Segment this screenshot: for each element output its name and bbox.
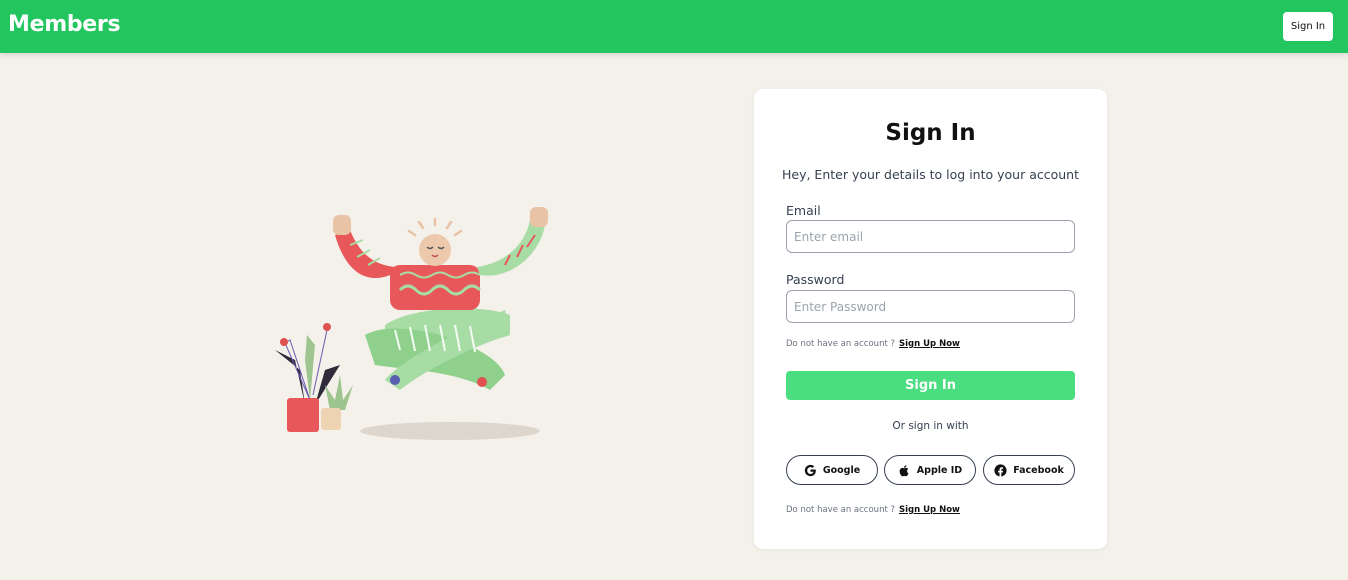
email-field[interactable] xyxy=(786,220,1075,253)
apple-icon xyxy=(899,464,909,476)
header-signin-button[interactable]: Sign In xyxy=(1283,12,1333,41)
footer-signup-prompt: Do not have an account ? Sign Up Now xyxy=(786,505,960,515)
signin-subtitle: Hey, Enter your details to log into your… xyxy=(781,167,1079,182)
signin-title: Sign In xyxy=(885,120,976,146)
google-label: Google xyxy=(822,464,861,476)
brand-logo[interactable]: Members xyxy=(8,12,121,37)
footer-prompt-text: Do not have an account ? xyxy=(786,505,896,515)
signup-prompt-text: Do not have an account ? xyxy=(786,339,896,349)
apple-label: Apple ID xyxy=(916,464,963,476)
signup-link[interactable]: Sign Up Now xyxy=(899,339,960,349)
password-label: Password xyxy=(786,272,845,287)
google-signin-button[interactable]: Google xyxy=(786,455,878,485)
top-navbar: Members Sign In xyxy=(0,0,1348,53)
facebook-label: Facebook xyxy=(1013,464,1064,476)
password-field[interactable] xyxy=(786,290,1075,323)
facebook-icon xyxy=(994,463,1007,477)
footer-signup-link[interactable]: Sign Up Now xyxy=(899,505,960,515)
email-label: Email xyxy=(786,203,821,218)
signin-submit-button[interactable]: Sign In xyxy=(786,371,1075,400)
meditating-character-illustration xyxy=(275,207,548,440)
apple-signin-button[interactable]: Apple ID xyxy=(884,455,976,485)
facebook-signin-button[interactable]: Facebook xyxy=(983,455,1075,485)
divider-text: Or sign in with xyxy=(892,420,969,432)
google-icon xyxy=(804,464,816,476)
signup-prompt: Do not have an account ? Sign Up Now xyxy=(786,339,960,349)
